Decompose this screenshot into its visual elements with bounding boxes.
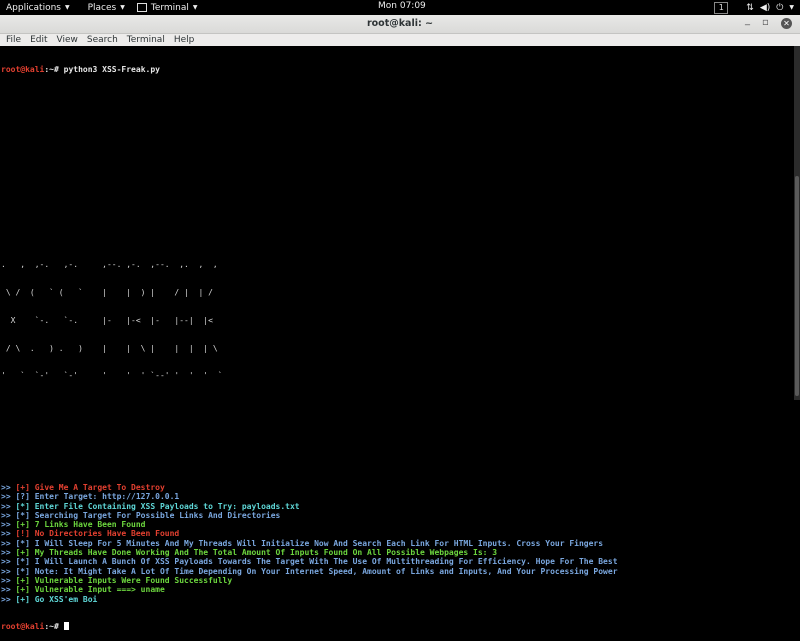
output-text: [+] My Threads Have Done Working And The… [15,548,498,558]
output-line: >> [+] Go XSS'em Boi [0,595,794,604]
output-line: >> [*] Enter File Containing XSS Payload… [0,502,794,511]
output-text: [+] 7 Links Have Been Found [15,520,146,530]
output-prefix: >> [1,566,16,576]
chevron-down-icon: ▼ [192,4,198,11]
menu-edit[interactable]: Edit [30,35,47,45]
output-prefix: >> [1,538,16,548]
system-tray: 1 ⇅ ◀) ⏻ ▼ [714,0,800,15]
gnome-top-bar: Applications ▼ Places ▼ Terminal ▼ Mon 0… [0,0,800,15]
menu-view[interactable]: View [57,35,78,45]
power-icon[interactable]: ⏻ [776,3,783,13]
tool-output: >> [+] Give Me A Target To Destroy >> [?]… [0,483,794,604]
output-text: [?] Enter Target: http://127.0.0.1 [15,492,180,502]
scrollbar-thumb[interactable] [795,176,799,396]
output-prefix: >> [1,548,16,558]
output-line: >> [?] Enter Target: http://127.0.0.1 [0,492,794,501]
command-text: python3 XSS-Freak.py [63,64,160,74]
menu-terminal[interactable]: Terminal [127,35,165,45]
prompt-path: :~# [44,622,64,632]
chevron-down-icon: ▼ [120,4,125,11]
output-line: >> [!] No Directories Have Been Found [0,529,794,538]
clock[interactable]: Mon 07:09 [378,1,426,11]
prompt-user: root@kali [1,622,45,632]
output-prefix: >> [1,529,16,539]
window-title: root@kali: ~ [366,18,434,29]
banner-line: \ / ( ` ( ` | | ) | / | | / [1,287,213,297]
output-text: [*] Enter File Containing XSS Payloads t… [15,501,300,511]
output-prefix: >> [1,482,16,492]
terminal-scrollbar[interactable] [794,46,800,400]
terminal-output[interactable]: root@kali:~# python3 XSS-Freak.py . , ,-… [0,46,794,631]
maximize-icon[interactable]: ▫ [762,17,769,28]
output-line: >> [+] 7 Links Have Been Found [0,520,794,529]
output-prefix: >> [1,594,16,604]
output-line: >> [*] Searching Target For Possible Lin… [0,511,794,520]
places-label: Places [87,2,117,13]
output-prefix: >> [1,557,16,567]
output-line: >> [*] Note: It Might Take A Lot Of Time… [0,567,794,576]
prompt-path: :~# [44,64,64,74]
output-prefix: >> [1,510,16,520]
output-text: [+] Vulnerable Inputs Were Found Success… [15,575,233,585]
terminal-icon [136,3,147,12]
output-line: >> [*] I Will Launch A Bunch Of XSS Payl… [0,557,794,566]
applications-label: Applications [6,2,61,13]
banner-line: X `-. `-. |- |-< |- |--| |< [1,315,213,325]
output-line: >> [*] I Will Sleep For 5 Minutes And My… [0,539,794,548]
network-icon[interactable]: ⇅ [746,3,754,13]
chevron-down-icon[interactable]: ▼ [789,4,794,11]
applications-menu[interactable]: Applications ▼ [0,0,76,15]
output-text: [!] No Directories Have Been Found [15,529,180,539]
terminal-menu-bar: File Edit View Search Terminal Help [0,34,800,46]
command-line: root@kali:~# python3 XSS-Freak.py [0,65,794,74]
banner-line: ' ` `-' `-' ' ' ' `--' ' ' ' ` [1,371,223,381]
output-text: [+] Vulnerable Input ===> uname [15,585,165,595]
output-text: [+] Go XSS'em Boi [15,594,98,604]
menu-search[interactable]: Search [87,35,118,45]
menu-file[interactable]: File [6,35,21,45]
workspace-indicator[interactable]: 1 [714,1,729,14]
active-prompt-line[interactable]: root@kali:~# [0,622,794,631]
output-text: [*] Note: It Might Take A Lot Of Time De… [15,566,618,576]
prompt-user: root@kali [1,64,45,74]
output-prefix: >> [1,575,16,585]
terminal-app-label: Terminal [150,2,189,13]
output-text: [*] I Will Sleep For 5 Minutes And My Th… [15,538,604,548]
close-icon[interactable]: ✕ [781,18,792,29]
output-line: >> [+] My Threads Have Done Working And … [0,548,794,557]
output-text: [*] I Will Launch A Bunch Of XSS Payload… [15,557,618,567]
output-text: [*] Searching Target For Possible Links … [15,510,281,520]
volume-icon[interactable]: ◀) [760,3,770,13]
output-prefix: >> [1,520,16,530]
text-cursor [63,622,69,631]
minimize-icon[interactable]: _ [745,15,750,26]
chevron-down-icon: ▼ [64,4,70,11]
output-line: >> [+] Give Me A Target To Destroy [0,483,794,492]
places-menu[interactable]: Places ▼ [82,0,131,15]
output-line: >> [+] Vulnerable Inputs Were Found Succ… [0,576,794,585]
output-prefix: >> [1,492,16,502]
output-prefix: >> [1,585,16,595]
terminal-app-menu[interactable]: Terminal ▼ [131,0,204,15]
menu-help[interactable]: Help [174,35,195,45]
banner-line: . , ,-. ,-. ,--. ,-. ,--. ,. , , [1,259,218,269]
window-title-bar[interactable]: root@kali: ~ _ ▫ ✕ [0,15,800,34]
output-line: >> [+] Vulnerable Input ===> uname [0,585,794,594]
output-text: [+] Give Me A Target To Destroy [15,482,165,492]
banner-line: / \ . ) . ) | | \ | | | | \ [1,343,218,353]
output-prefix: >> [1,501,16,511]
